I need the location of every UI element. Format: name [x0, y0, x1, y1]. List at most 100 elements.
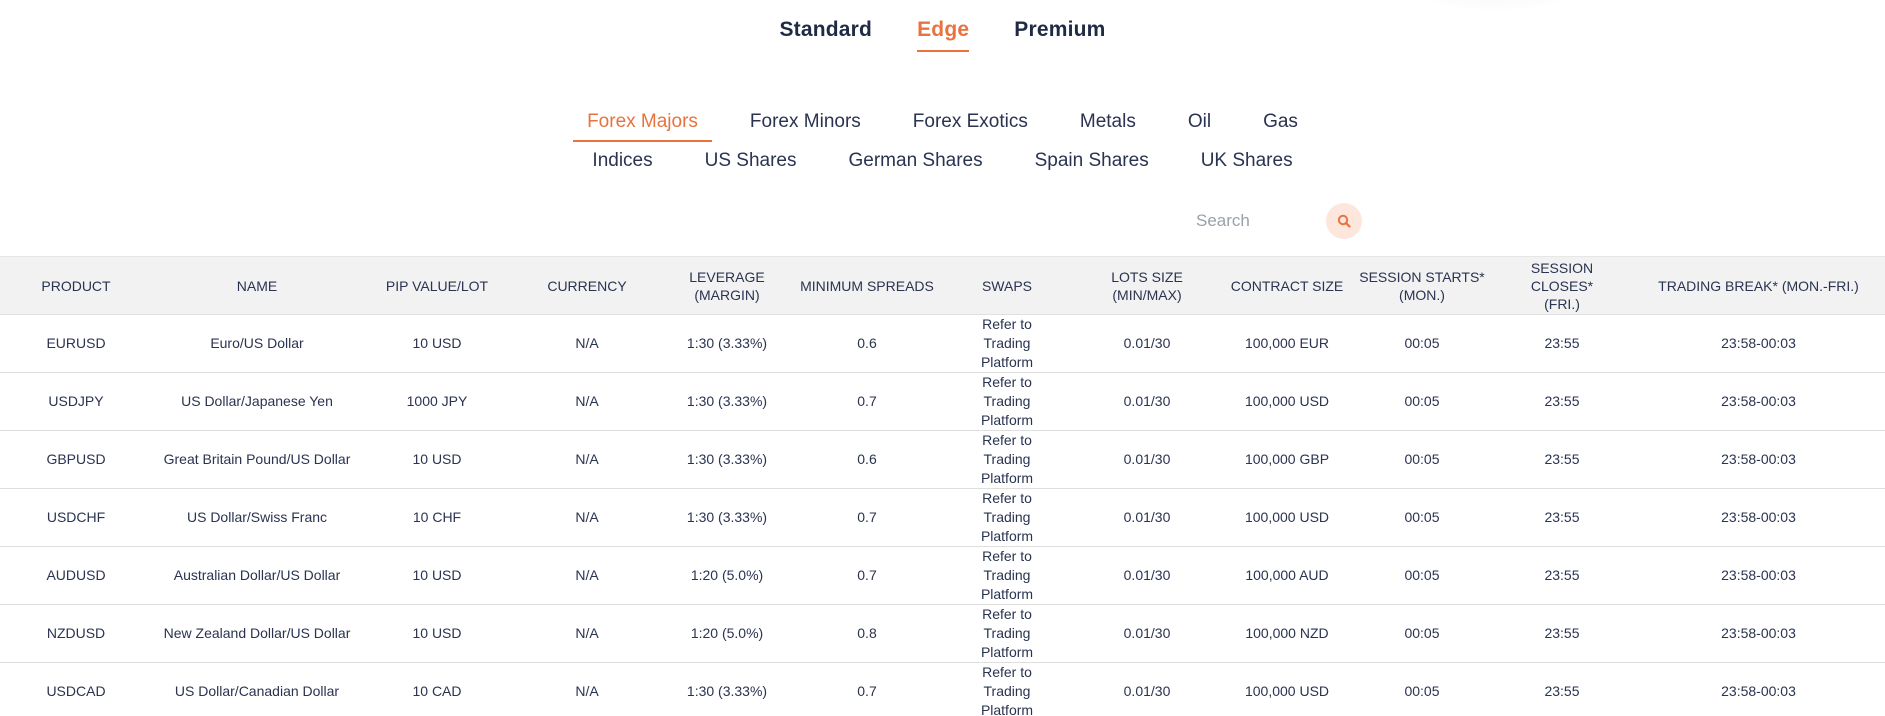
- col-leverage-cell: 1:30 (3.33%): [662, 662, 792, 716]
- col-contract-size-cell: 100,000 GBP: [1222, 430, 1352, 489]
- col-min-spreads-cell: 0.7: [792, 546, 942, 605]
- col-session-closes-header: SESSION CLOSES* (FRI.): [1492, 256, 1632, 315]
- col-session-starts-cell: 00:05: [1352, 430, 1492, 489]
- table-row: USDCAD US Dollar/Canadian Dollar 10 CAD N/A…: [0, 662, 1885, 716]
- col-contract-size-cell: 100,000 EUR: [1222, 314, 1352, 373]
- col-session-starts-cell: 00:05: [1352, 488, 1492, 547]
- col-contract-size-cell: 100,000 USD: [1222, 372, 1352, 431]
- col-session-starts-cell: 00:05: [1352, 604, 1492, 663]
- col-swaps-cell: Refer to Trading Platform: [942, 372, 1072, 431]
- col-session-closes-cell: 23:55: [1492, 488, 1632, 547]
- col-product-cell: EURUSD: [0, 314, 152, 373]
- col-leverage-cell: 1:20 (5.0%): [662, 604, 792, 663]
- tab-spain-shares[interactable]: Spain Shares: [1021, 146, 1163, 181]
- col-leverage-cell: 1:30 (3.33%): [662, 488, 792, 547]
- col-session-starts-cell: 00:05: [1352, 546, 1492, 605]
- col-contract-size-cell: 100,000 NZD: [1222, 604, 1352, 663]
- tab-forex-majors[interactable]: Forex Majors: [573, 107, 712, 142]
- col-pip-value-header: PIP VALUE/LOT: [362, 256, 512, 315]
- col-pip-value-cell: 10 CAD: [362, 662, 512, 716]
- col-trading-break-header: TRADING BREAK* (MON.-FRI.): [1632, 256, 1885, 315]
- table-row: USDCHF US Dollar/Swiss Franc 10 CHF N/A 1:30…: [0, 488, 1885, 547]
- instruments-table-container: PRODUCT NAME PIP VALUE/LOT CURRENCY LEVERAGE…: [0, 256, 1885, 716]
- col-contract-size-cell: 100,000 AUD: [1222, 546, 1352, 605]
- col-session-closes-cell: 23:55: [1492, 604, 1632, 663]
- col-leverage-cell: 1:30 (3.33%): [662, 430, 792, 489]
- col-name-cell: US Dollar/Japanese Yen: [152, 372, 362, 431]
- col-trading-break-cell: 23:58-00:03: [1632, 430, 1885, 489]
- col-leverage-cell: 1:30 (3.33%): [662, 372, 792, 431]
- search-button[interactable]: [1326, 203, 1362, 239]
- table-row: USDJPY US Dollar/Japanese Yen 1000 JPY N/A 1…: [0, 372, 1885, 431]
- col-pip-value-cell: 10 USD: [362, 546, 512, 605]
- col-currency-header: CURRENCY: [512, 256, 662, 315]
- tab-us-shares[interactable]: US Shares: [691, 146, 811, 181]
- col-pip-value-cell: 10 USD: [362, 430, 512, 489]
- col-currency-cell: N/A: [512, 372, 662, 431]
- col-session-closes-cell: 23:55: [1492, 546, 1632, 605]
- col-product-cell: NZDUSD: [0, 604, 152, 663]
- col-lot-size-cell: 0.01/30: [1072, 314, 1222, 373]
- col-session-closes-cell: 23:55: [1492, 662, 1632, 716]
- col-lot-size-cell: 0.01/30: [1072, 604, 1222, 663]
- tab-indices[interactable]: Indices: [578, 146, 666, 181]
- category-tabs-row-2: Indices US Shares German Shares Spain Sh…: [0, 146, 1885, 181]
- col-currency-cell: N/A: [512, 488, 662, 547]
- col-pip-value-cell: 10 CHF: [362, 488, 512, 547]
- col-session-closes-cell: 23:55: [1492, 430, 1632, 489]
- col-name-cell: US Dollar/Canadian Dollar: [152, 662, 362, 716]
- col-swaps-cell: Refer to Trading Platform: [942, 662, 1072, 716]
- tab-forex-minors[interactable]: Forex Minors: [736, 107, 875, 142]
- search-input[interactable]: [1190, 207, 1312, 235]
- col-name-cell: Euro/US Dollar: [152, 314, 362, 373]
- tab-german-shares[interactable]: German Shares: [835, 146, 997, 181]
- col-session-starts-cell: 00:05: [1352, 662, 1492, 716]
- col-product-cell: USDCAD: [0, 662, 152, 716]
- tab-uk-shares[interactable]: UK Shares: [1187, 146, 1307, 181]
- col-swaps-cell: Refer to Trading Platform: [942, 430, 1072, 489]
- page: Standard Edge Premium Forex Majors Forex…: [0, 0, 1885, 716]
- tab-standard[interactable]: Standard: [779, 14, 872, 52]
- table-row: AUDUSD Australian Dollar/US Dollar 10 USD N…: [0, 546, 1885, 605]
- col-product-cell: GBPUSD: [0, 430, 152, 489]
- col-swaps-cell: Refer to Trading Platform: [942, 604, 1072, 663]
- col-lot-size-cell: 0.01/30: [1072, 662, 1222, 716]
- table-body: EURUSD Euro/US Dollar 10 USD N/A 1:30 (3.33%…: [0, 314, 1885, 716]
- col-trading-break-cell: 23:58-00:03: [1632, 662, 1885, 716]
- table-row: GBPUSD Great Britain Pound/US Dollar 10 US…: [0, 430, 1885, 489]
- col-currency-cell: N/A: [512, 604, 662, 663]
- col-product-header: PRODUCT: [0, 256, 152, 315]
- col-session-closes-cell: 23:55: [1492, 314, 1632, 373]
- col-name-cell: US Dollar/Swiss Franc: [152, 488, 362, 547]
- col-min-spreads-cell: 0.7: [792, 488, 942, 547]
- col-swaps-header: SWAPS: [942, 256, 1072, 315]
- tab-gas[interactable]: Gas: [1249, 107, 1312, 142]
- col-contract-size-cell: 100,000 USD: [1222, 662, 1352, 716]
- col-min-spreads-cell: 0.6: [792, 430, 942, 489]
- search-bar: [1190, 203, 1362, 239]
- col-min-spreads-cell: 0.7: [792, 372, 942, 431]
- col-name-cell: Great Britain Pound/US Dollar: [152, 430, 362, 489]
- col-min-spreads-cell: 0.7: [792, 662, 942, 716]
- col-session-starts-cell: 00:05: [1352, 372, 1492, 431]
- table-header-row: PRODUCT NAME PIP VALUE/LOT CURRENCY LEVERAGE…: [0, 256, 1885, 315]
- col-min-spreads-cell: 0.6: [792, 314, 942, 373]
- table-row: EURUSD Euro/US Dollar 10 USD N/A 1:30 (3.33%…: [0, 314, 1885, 373]
- tab-premium[interactable]: Premium: [1014, 14, 1105, 52]
- col-currency-cell: N/A: [512, 662, 662, 716]
- col-name-cell: New Zealand Dollar/US Dollar: [152, 604, 362, 663]
- col-lot-size-cell: 0.01/30: [1072, 488, 1222, 547]
- tab-edge[interactable]: Edge: [917, 14, 970, 52]
- col-product-cell: USDCHF: [0, 488, 152, 547]
- col-lot-size-cell: 0.01/30: [1072, 546, 1222, 605]
- tab-forex-exotics[interactable]: Forex Exotics: [899, 107, 1042, 142]
- col-currency-cell: N/A: [512, 314, 662, 373]
- instruments-table: PRODUCT NAME PIP VALUE/LOT CURRENCY LEVERAGE…: [0, 256, 1885, 716]
- tab-metals[interactable]: Metals: [1066, 107, 1150, 142]
- col-pip-value-cell: 1000 JPY: [362, 372, 512, 431]
- tab-oil[interactable]: Oil: [1174, 107, 1225, 142]
- col-session-starts-cell: 00:05: [1352, 314, 1492, 373]
- col-currency-cell: N/A: [512, 546, 662, 605]
- col-trading-break-cell: 23:58-00:03: [1632, 604, 1885, 663]
- col-currency-cell: N/A: [512, 430, 662, 489]
